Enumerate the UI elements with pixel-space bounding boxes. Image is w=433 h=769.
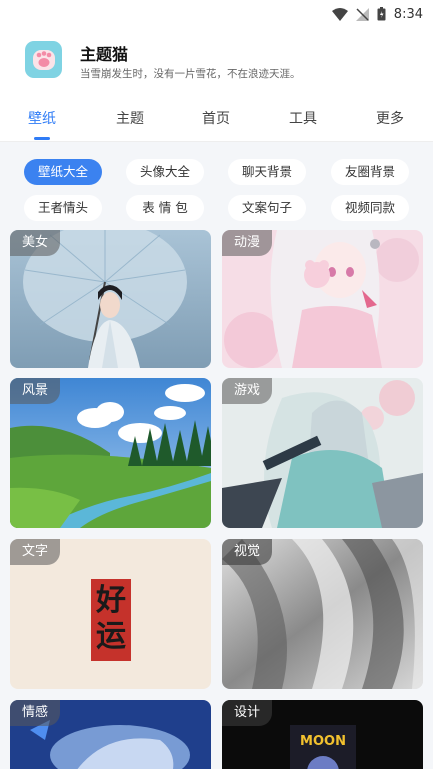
card-design-label: 设计 bbox=[222, 700, 273, 726]
card-emotion[interactable]: 情感 bbox=[10, 700, 211, 769]
card-emotion-label: 情感 bbox=[10, 700, 61, 726]
wallpaper-grid: 美女 动漫 风景 游戏 好 运 文字 视觉 情感 MOON 设计 bbox=[0, 230, 433, 769]
card-game[interactable]: 游戏 bbox=[222, 378, 423, 528]
calligraphy-char-top: 好 bbox=[96, 583, 126, 618]
chip-stickers[interactable]: 表 情 包 bbox=[126, 195, 204, 221]
card-beauty-label: 美女 bbox=[10, 230, 61, 256]
top-tabs: 壁纸 主题 首页 工具 更多 bbox=[0, 102, 433, 142]
tab-theme[interactable]: 主题 bbox=[100, 108, 160, 128]
tab-home[interactable]: 首页 bbox=[186, 108, 246, 128]
card-anime-label: 动漫 bbox=[222, 230, 273, 256]
status-bar: 8:34 bbox=[0, 0, 433, 28]
no-signal-icon bbox=[355, 7, 369, 21]
card-text-label: 文字 bbox=[10, 539, 61, 565]
tab-more[interactable]: 更多 bbox=[360, 108, 420, 128]
card-text[interactable]: 好 运 文字 bbox=[10, 539, 211, 689]
chip-moments-backgrounds[interactable]: 友圈背景 bbox=[331, 159, 409, 185]
calligraphy-char-bottom: 运 bbox=[96, 619, 126, 654]
chip-couple-avatars[interactable]: 王者情头 bbox=[24, 195, 102, 221]
battery-icon bbox=[377, 7, 386, 21]
cat-paw-icon bbox=[25, 41, 62, 78]
tab-active-indicator bbox=[34, 137, 50, 140]
category-chips: 壁纸大全 头像大全 聊天背景 友圈背景 王者情头 表 情 包 文案句子 视频同款 bbox=[0, 142, 433, 230]
wifi-icon bbox=[331, 7, 348, 21]
status-time: 8:34 bbox=[393, 6, 423, 22]
card-game-label: 游戏 bbox=[222, 378, 273, 404]
card-visual[interactable]: 视觉 bbox=[222, 539, 423, 689]
card-scenery-label: 风景 bbox=[10, 378, 61, 404]
card-anime[interactable]: 动漫 bbox=[222, 230, 423, 368]
card-design[interactable]: MOON 设计 bbox=[222, 700, 423, 769]
chip-avatars[interactable]: 头像大全 bbox=[126, 159, 204, 185]
card-visual-label: 视觉 bbox=[222, 539, 273, 565]
card-scenery[interactable]: 风景 bbox=[10, 378, 211, 528]
poster-title: MOON bbox=[300, 734, 346, 749]
app-header: 主题猫 当雪崩发生时，没有一片雪花，不在浪迹天涯。 bbox=[0, 28, 433, 98]
app-title: 主题猫 bbox=[80, 45, 129, 64]
chip-quotes[interactable]: 文案句子 bbox=[228, 195, 306, 221]
chip-wallpapers[interactable]: 壁纸大全 bbox=[24, 159, 102, 185]
card-beauty[interactable]: 美女 bbox=[10, 230, 211, 368]
tab-wallpaper[interactable]: 壁纸 bbox=[12, 108, 72, 128]
tab-tools[interactable]: 工具 bbox=[273, 108, 333, 128]
chip-chat-backgrounds[interactable]: 聊天背景 bbox=[228, 159, 306, 185]
app-subtitle: 当雪崩发生时，没有一片雪花，不在浪迹天涯。 bbox=[80, 68, 301, 80]
chip-video-same[interactable]: 视频同款 bbox=[331, 195, 409, 221]
